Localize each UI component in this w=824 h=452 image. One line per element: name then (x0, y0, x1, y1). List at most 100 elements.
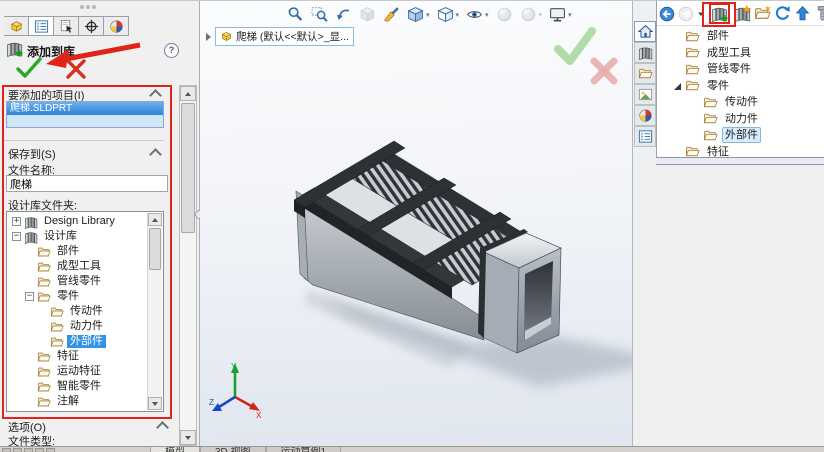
forward-button[interactable] (678, 6, 694, 22)
task-pane-tab-strip (632, 1, 656, 446)
folder-tree-item[interactable]: 成型工具 (8, 259, 147, 274)
section-view-button[interactable] (358, 5, 377, 24)
list-item[interactable] (7, 115, 163, 127)
tab-scroll-buttons[interactable] (2, 448, 55, 452)
tab-nav-button[interactable] (24, 448, 33, 452)
zoom-to-fit-button[interactable] (286, 5, 305, 24)
tree-expander-icon[interactable] (673, 48, 682, 57)
tab-configurationmanager[interactable] (54, 16, 79, 36)
items-to-add-listbox[interactable]: 爬梯.SLDPRT (6, 101, 164, 128)
tab-propertymanager[interactable] (29, 16, 54, 36)
hide-show-items-button[interactable] (465, 5, 490, 24)
scroll-thumb[interactable] (149, 228, 161, 270)
view-settings-button[interactable] (548, 5, 573, 24)
appearances-button[interactable] (495, 5, 514, 24)
group-collapse-icon[interactable] (149, 89, 162, 102)
library-tree-item[interactable]: 动力件 (657, 111, 824, 128)
tab-dimxpertmanager[interactable] (79, 16, 104, 36)
display-style-button[interactable] (436, 5, 461, 24)
menu-caret-button[interactable] (697, 9, 705, 19)
tree-expander-icon[interactable] (673, 32, 682, 41)
folder-tree-item[interactable]: 智能零件 (8, 379, 147, 394)
library-tree-item[interactable]: 外部件 (657, 127, 824, 144)
tab-design-library[interactable] (634, 42, 656, 63)
library-tree-item[interactable]: 管线零件 (657, 61, 824, 78)
file-name-input[interactable] (6, 175, 168, 192)
tree-expander-icon[interactable]: + (12, 217, 21, 226)
tree-scrollbar[interactable] (147, 213, 162, 410)
edit-appearance-button[interactable] (382, 5, 401, 24)
previous-view-button[interactable] (334, 5, 353, 24)
tree-expander-icon[interactable] (673, 81, 682, 90)
ok-button[interactable] (18, 59, 40, 76)
cancel-button[interactable] (68, 61, 84, 77)
group-collapse-icon[interactable] (156, 421, 169, 434)
tab-nav-button[interactable] (2, 448, 11, 452)
new-folder-button[interactable] (754, 5, 771, 22)
folder-tree-item[interactable]: 特征 (8, 349, 147, 364)
tab-displaymanager[interactable] (104, 16, 129, 36)
scroll-thumb[interactable] (181, 103, 195, 233)
folder-tree-item[interactable]: − 设计库 (8, 229, 147, 244)
folder-tree-item[interactable]: 运动特征 (8, 364, 147, 379)
part-preview-icon[interactable] (814, 5, 824, 22)
help-button[interactable]: ? (164, 43, 179, 58)
folder-tree-item[interactable]: 外部件 (8, 334, 147, 349)
folder-tree-item[interactable]: − 零件 (8, 289, 147, 304)
tree-expander-icon[interactable] (691, 131, 700, 140)
back-button[interactable] (659, 6, 675, 22)
tree-expander-icon[interactable] (691, 98, 700, 107)
scroll-up-button[interactable] (148, 213, 162, 226)
tree-expander-icon[interactable]: − (12, 232, 21, 241)
pane-splitter[interactable] (656, 157, 824, 165)
tab-home[interactable] (634, 21, 656, 42)
tree-expander-icon[interactable]: − (25, 292, 34, 301)
library-tree-item[interactable]: 部件 (657, 28, 824, 45)
folder-tree-item[interactable]: 传动件 (8, 304, 147, 319)
folder-tree-item[interactable]: + Design Library (8, 214, 147, 229)
apply-scene-button[interactable] (519, 5, 544, 24)
expand-arrow-icon[interactable] (206, 33, 211, 41)
document-tab[interactable]: 运动算例1 (266, 447, 342, 452)
tab-nav-button[interactable] (35, 448, 44, 452)
feature-tree-root[interactable]: 爬梯 (默认<<默认>_显... (215, 27, 354, 46)
folder-tree-item[interactable]: 管线零件 (8, 274, 147, 289)
add-file-location-button[interactable] (734, 5, 751, 22)
tab-custom-properties[interactable] (634, 126, 656, 147)
scroll-down-button[interactable] (148, 397, 162, 410)
group-collapse-icon[interactable] (149, 148, 162, 161)
graphics-viewport[interactable]: 爬梯 (默认<<默认>_显... Y X Z (200, 1, 632, 446)
tree-expander-icon[interactable] (673, 65, 682, 74)
list-item[interactable]: 爬梯.SLDPRT (7, 102, 163, 115)
folder-tree-item[interactable]: 注解 (8, 394, 147, 409)
library-tree-item[interactable]: 传动件 (657, 94, 824, 111)
tree-item-label: 智能零件 (54, 380, 104, 393)
panel-grip[interactable] (86, 5, 90, 9)
tab-view-palette[interactable] (634, 84, 656, 105)
folder-tree-item[interactable]: 部件 (8, 244, 147, 259)
tree-item-label: 成型工具 (704, 46, 754, 60)
refresh-button[interactable] (774, 5, 791, 22)
tree-expander-icon[interactable] (691, 114, 700, 123)
tree-expander-icon[interactable] (673, 147, 682, 156)
document-tab[interactable]: 模型 (150, 447, 200, 452)
confirm-ok-mark[interactable] (558, 31, 592, 61)
move-up-button[interactable] (794, 5, 811, 22)
scroll-down-button[interactable] (180, 430, 196, 445)
library-tree-item[interactable]: 成型工具 (657, 45, 824, 62)
folder-tree-item[interactable]: 动力件 (8, 319, 147, 334)
zoom-to-area-button[interactable] (310, 5, 329, 24)
panel-scrollbar[interactable] (179, 85, 197, 446)
document-tab[interactable]: 3D 视图 (200, 447, 266, 452)
scroll-up-button[interactable] (180, 86, 196, 101)
add-to-library-button[interactable] (711, 5, 728, 22)
confirm-cancel-mark[interactable] (594, 61, 614, 81)
library-tree-item[interactable]: 零件 (657, 78, 824, 95)
tab-appearances[interactable] (634, 105, 656, 126)
tab-nav-button[interactable] (46, 448, 55, 452)
view-orientation-button[interactable] (406, 5, 431, 24)
tab-file-explorer[interactable] (634, 63, 656, 84)
tab-nav-button[interactable] (13, 448, 22, 452)
breadcrumb[interactable]: 爬梯 (默认<<默认>_显... (206, 27, 354, 46)
tab-featuremanager[interactable] (4, 16, 29, 36)
